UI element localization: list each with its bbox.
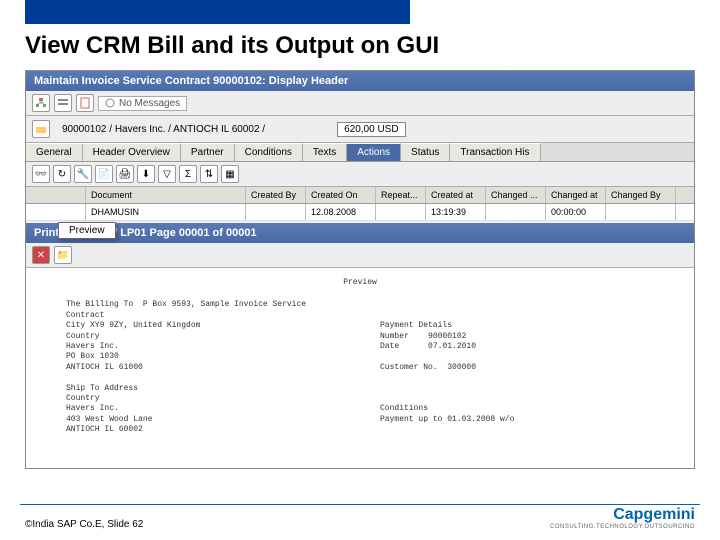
cell-document: DHAMUSIN: [86, 204, 246, 220]
preview-right-col: Payment Details Number 90000102 Date 07.…: [380, 300, 654, 435]
num-label: Number: [380, 332, 409, 341]
footer: ©India SAP Co.E, Slide 62 Capgemini CONS…: [25, 506, 695, 530]
num-val: 90000102: [428, 332, 466, 341]
col-created-by[interactable]: Created By: [246, 187, 306, 203]
cond-text: Payment up to 01.03.2008 w/o: [380, 415, 654, 425]
icon-sort[interactable]: ⇅: [200, 165, 218, 183]
grid-header-row: Document Created By Created On Repeat...…: [26, 187, 694, 204]
messages-label: No Messages: [119, 98, 180, 109]
icon-doc2[interactable]: 📄: [95, 165, 113, 183]
tab-conditions[interactable]: Conditions: [235, 143, 303, 161]
window-title: Maintain Invoice Service Contract 900001…: [26, 71, 694, 91]
preview-heading: Preview: [66, 278, 654, 288]
tab-transaction-history[interactable]: Transaction His: [450, 143, 540, 161]
close-preview-icon[interactable]: ✕: [32, 246, 50, 264]
icon-print[interactable]: 🖨: [116, 165, 134, 183]
icon-refresh[interactable]: ↻: [53, 165, 71, 183]
bill-company: Havers Inc.: [66, 342, 340, 352]
bill-street: PO Box 1030: [66, 352, 340, 362]
icon-layout[interactable]: ▦: [221, 165, 239, 183]
cell-repeat: [376, 204, 426, 220]
icon-folder[interactable]: [32, 120, 50, 138]
tab-general[interactable]: General: [26, 143, 83, 161]
col-created-at[interactable]: Created at: [426, 187, 486, 203]
cell-created-at: 13:19:39: [426, 204, 486, 220]
print-preview-title: Print Preview of LP01 Page 00001 of 0000…: [26, 223, 694, 243]
icon-filter[interactable]: ▽: [158, 165, 176, 183]
logo-text: Capgemini: [550, 506, 695, 524]
icon-tool[interactable]: 🔧: [74, 165, 92, 183]
preview-toolbar: ✕ 📁: [26, 243, 694, 268]
cust-label: Customer No.: [380, 363, 438, 372]
col-changed-at[interactable]: Changed at: [546, 187, 606, 203]
ship-company: Havers Inc.: [66, 404, 340, 414]
col-repeat[interactable]: Repeat...: [376, 187, 426, 203]
grid-toolbar: 👓 ↻ 🔧 📄 🖨 ⬇ ▽ Σ ⇅ ▦: [26, 162, 694, 187]
grid-data-row[interactable]: DHAMUSIN 12.08.2008 13:19:39 00:00:00: [26, 204, 694, 221]
bill-to-label: The Billing To: [66, 300, 133, 309]
date-val: 07.01.2010: [428, 342, 476, 351]
icon-sum[interactable]: Σ: [179, 165, 197, 183]
cell-changed-by: [606, 204, 676, 220]
info-icon: [105, 98, 115, 108]
ship-country: Country: [66, 394, 340, 404]
tab-actions[interactable]: Actions: [347, 143, 401, 161]
cell-blank: [26, 204, 86, 220]
main-toolbar: No Messages: [26, 91, 694, 116]
actions-grid: 👓 ↻ 🔧 📄 🖨 ⬇ ▽ Σ ⇅ ▦ Document Created By …: [26, 162, 694, 221]
footer-separator: [20, 504, 700, 505]
amount-field: 620,00 USD: [337, 122, 405, 137]
icon-orgchart[interactable]: [32, 94, 50, 112]
ship-citystate: ANTIOCH IL 60002: [66, 425, 340, 435]
col-blank[interactable]: [26, 187, 86, 203]
col-document[interactable]: Document: [86, 187, 246, 203]
tab-status[interactable]: Status: [401, 143, 450, 161]
no-messages-button[interactable]: No Messages: [98, 96, 187, 111]
ship-street: 403 West Wood Lane: [66, 415, 340, 425]
date-label: Date: [380, 342, 399, 351]
sap-gui-window: Maintain Invoice Service Contract 900001…: [25, 70, 695, 469]
ship-to-label: Ship To Address: [66, 384, 340, 394]
top-blue-bar: [25, 0, 410, 24]
col-changed-by[interactable]: Changed By: [606, 187, 676, 203]
tab-strip: General Header Overview Partner Conditio…: [26, 143, 694, 162]
bill-city: City XY9 9ZY, United Kingdom: [66, 321, 340, 331]
preview-left-col: The Billing To P Box 9593, Sample Invoic…: [66, 300, 340, 435]
copyright: ©India SAP Co.E, Slide 62: [25, 519, 143, 530]
cell-changed-at: 00:00:00: [546, 204, 606, 220]
cond-label: Conditions: [380, 404, 654, 414]
icon-export[interactable]: ⬇: [137, 165, 155, 183]
icon-glasses[interactable]: 👓: [32, 165, 50, 183]
bill-country: Country: [66, 332, 340, 342]
icon-list[interactable]: [54, 94, 72, 112]
tab-header-overview[interactable]: Header Overview: [83, 143, 181, 161]
cust-val: 300000: [447, 363, 476, 372]
col-changed[interactable]: Changed ...: [486, 187, 546, 203]
context-row: 90000102 / Havers Inc. / ANTIOCH IL 6000…: [26, 116, 694, 143]
bill-citystate: ANTIOCH IL 61000: [66, 363, 340, 373]
cell-changed: [486, 204, 546, 220]
tab-partner[interactable]: Partner: [181, 143, 235, 161]
context-text: 90000102 / Havers Inc. / ANTIOCH IL 6000…: [62, 124, 265, 135]
logo-tagline: CONSULTING.TECHNOLOGY.OUTSOURCING: [550, 524, 695, 530]
cell-created-on: 12.08.2008: [306, 204, 376, 220]
payment-label: Payment Details: [380, 321, 654, 331]
preview-menu-label: Preview: [69, 225, 105, 236]
col-created-on[interactable]: Created On: [306, 187, 376, 203]
cell-created-by: [246, 204, 306, 220]
archive-icon[interactable]: 📁: [54, 246, 72, 264]
icon-doc[interactable]: [76, 94, 94, 112]
print-preview-body: Preview The Billing To P Box 9593, Sampl…: [26, 268, 694, 468]
page-title: View CRM Bill and its Output on GUI: [25, 32, 695, 60]
tab-texts[interactable]: Texts: [303, 143, 347, 161]
bill-to-addr: P Box 9593: [143, 300, 191, 309]
preview-context-menu[interactable]: Preview: [58, 222, 116, 239]
logo: Capgemini CONSULTING.TECHNOLOGY.OUTSOURC…: [550, 506, 695, 530]
